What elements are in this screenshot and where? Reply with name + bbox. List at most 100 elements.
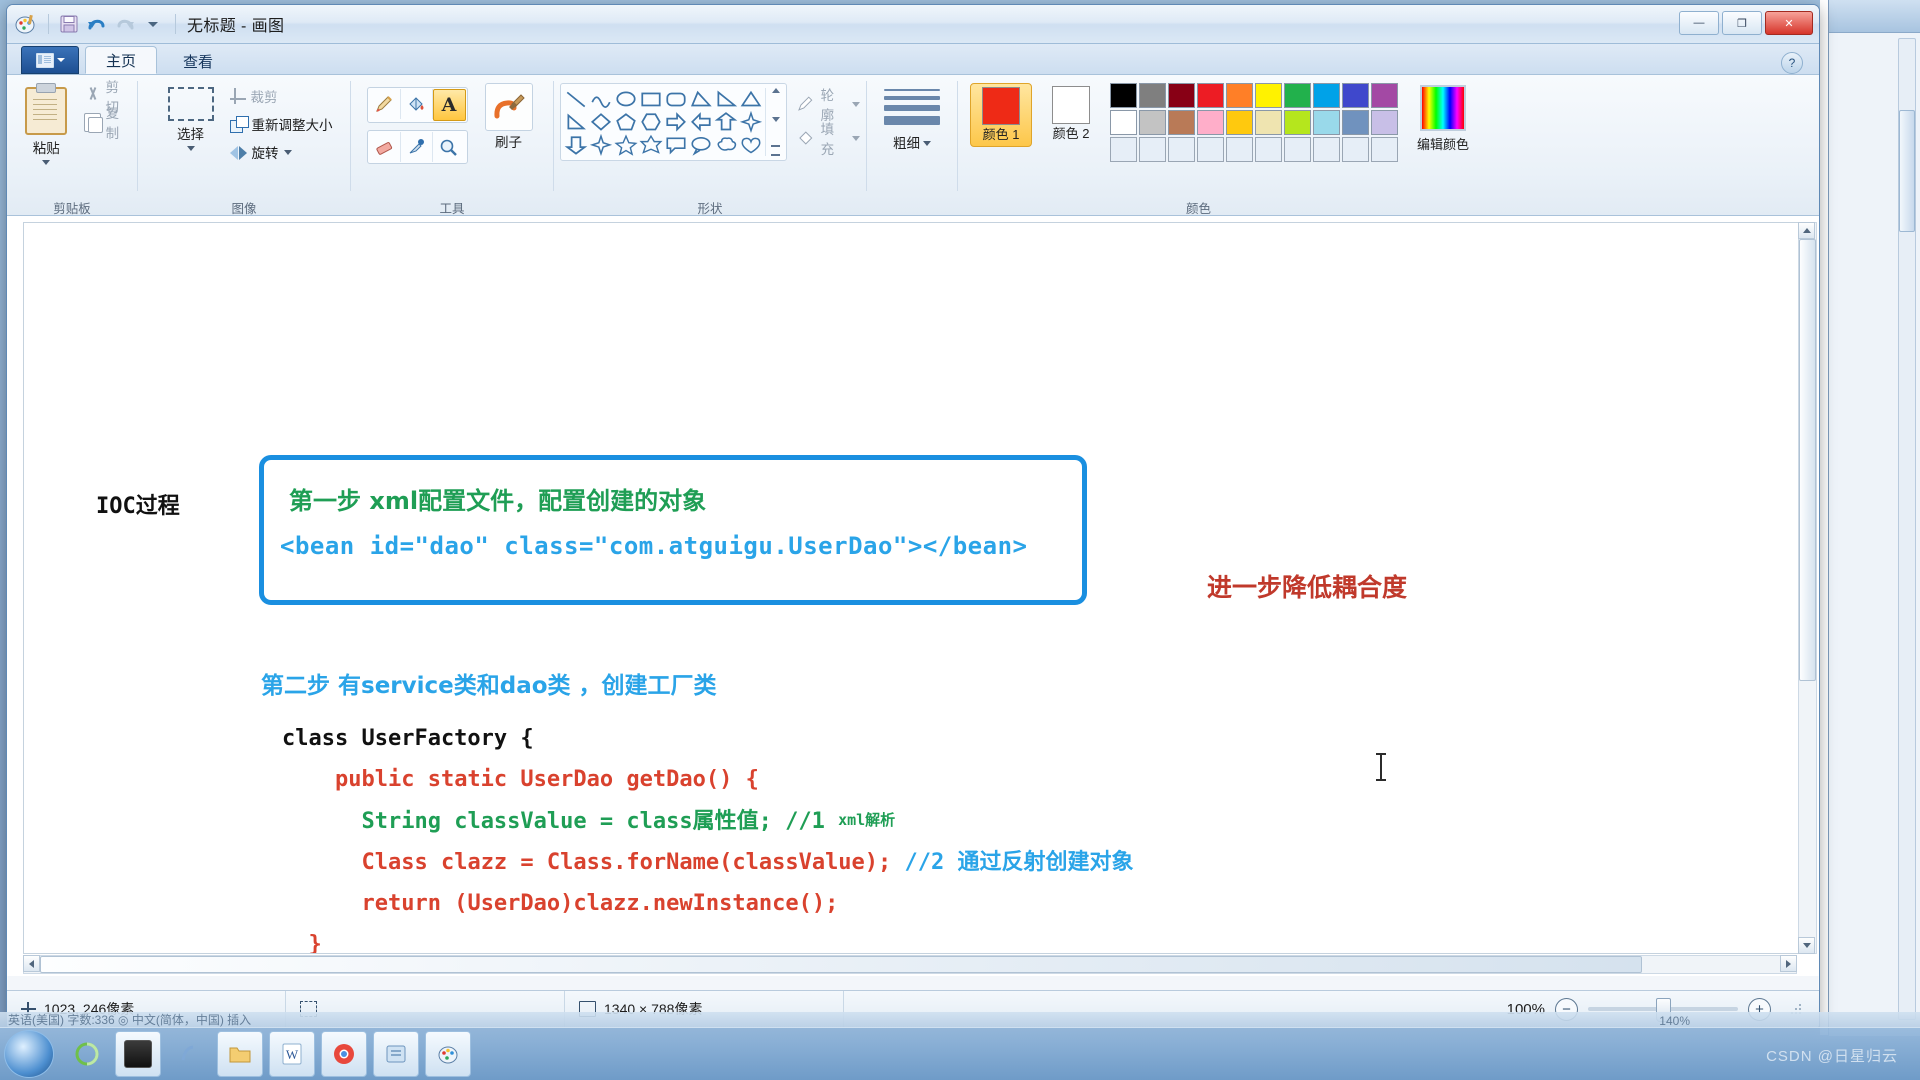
shapes-gallery[interactable] <box>560 83 787 161</box>
color-swatch-1-9[interactable] <box>1371 110 1398 135</box>
color-swatch-0-8[interactable] <box>1342 83 1369 108</box>
taskbar-item-3[interactable] <box>373 1031 419 1077</box>
edit-colors-button[interactable]: 编辑颜色 <box>1417 83 1469 153</box>
color-swatch-1-1[interactable] <box>1139 110 1166 135</box>
shape-oval-callout[interactable] <box>689 134 713 156</box>
color-swatch-0-4[interactable] <box>1226 83 1253 108</box>
chevron-down-icon[interactable] <box>284 150 292 155</box>
maximize-button[interactable]: ❐ <box>1722 11 1762 35</box>
shape-right-triangle-2[interactable] <box>564 111 588 133</box>
taskbar-paint-icon[interactable] <box>425 1031 471 1077</box>
shape-heart[interactable] <box>739 134 763 156</box>
outline-button[interactable]: 轮廓 <box>797 91 860 117</box>
zoom-slider[interactable] <box>1588 1007 1738 1011</box>
color-swatch-0-7[interactable] <box>1313 83 1340 108</box>
color-swatch-0-5[interactable] <box>1255 83 1282 108</box>
chevron-down-icon[interactable] <box>923 141 931 146</box>
taskbar-item-1[interactable] <box>115 1031 161 1077</box>
color-swatch-2-3[interactable] <box>1197 137 1224 162</box>
color-swatch-2-7[interactable] <box>1313 137 1340 162</box>
color-swatch-2-5[interactable] <box>1255 137 1282 162</box>
shape-left-arrow[interactable] <box>689 111 713 133</box>
shape-rectangle[interactable] <box>639 88 663 110</box>
color-picker-tool[interactable] <box>401 132 433 162</box>
canvas-horizontal-scrollbar[interactable] <box>23 955 1797 974</box>
redo-icon[interactable] <box>112 11 138 37</box>
text-tool[interactable]: A <box>433 89 466 121</box>
shape-six-point-star[interactable] <box>639 134 663 156</box>
shape-right-arrow[interactable] <box>664 111 688 133</box>
color-swatch-1-7[interactable] <box>1313 110 1340 135</box>
color-swatch-2-6[interactable] <box>1284 137 1311 162</box>
color1-button[interactable]: 颜色 1 <box>970 83 1032 147</box>
shape-up-arrow[interactable] <box>714 111 738 133</box>
chevron-down-icon[interactable] <box>852 136 860 141</box>
shape-cloud-callout[interactable] <box>714 134 738 156</box>
shape-pentagon[interactable] <box>614 111 638 133</box>
shape-polygon[interactable] <box>689 88 713 110</box>
copy-button[interactable]: 复制 <box>84 109 132 135</box>
rotate-button[interactable]: 旋转 <box>230 139 333 165</box>
chevron-down-icon[interactable] <box>852 102 860 107</box>
magnifier-tool[interactable] <box>433 132 464 162</box>
color-swatch-0-6[interactable] <box>1284 83 1311 108</box>
color-swatch-1-0[interactable] <box>1110 110 1137 135</box>
shape-right-triangle[interactable] <box>714 88 738 110</box>
scroll-down-icon[interactable] <box>772 117 780 122</box>
scroll-up-icon[interactable] <box>772 88 780 93</box>
paint-app-icon[interactable] <box>13 11 39 37</box>
pencil-tool[interactable] <box>369 89 401 119</box>
chevron-down-icon[interactable] <box>187 146 195 151</box>
shape-hexagon[interactable] <box>639 111 663 133</box>
scroll-up-button[interactable] <box>1798 222 1815 239</box>
scroll-down-button[interactable] <box>1798 937 1815 954</box>
color-swatch-1-4[interactable] <box>1226 110 1253 135</box>
undo-icon[interactable] <box>84 11 110 37</box>
chevron-down-icon[interactable] <box>42 160 50 165</box>
shape-triangle[interactable] <box>739 88 763 110</box>
color-swatch-2-1[interactable] <box>1139 137 1166 162</box>
select-button[interactable]: 选择 <box>156 83 226 151</box>
brush-button[interactable]: 刷子 <box>480 83 538 151</box>
color-swatch-0-1[interactable] <box>1139 83 1166 108</box>
resize-button[interactable]: 重新调整大小 <box>230 111 333 137</box>
horizontal-scroll-thumb[interactable] <box>40 956 1642 973</box>
start-button[interactable] <box>4 1030 54 1078</box>
eraser-tool[interactable] <box>369 132 401 162</box>
help-icon[interactable]: ? <box>1781 52 1803 74</box>
fill-button[interactable]: 填充 <box>797 125 860 151</box>
color2-button[interactable]: 颜色 2 <box>1041 83 1101 145</box>
app-menu-button[interactable] <box>21 46 79 74</box>
shape-oval[interactable] <box>614 88 638 110</box>
taskbar-chrome-icon[interactable] <box>321 1031 367 1077</box>
color-swatch-0-0[interactable] <box>1110 83 1137 108</box>
color-swatch-0-2[interactable] <box>1168 83 1195 108</box>
background-scrollbar-thumb[interactable] <box>1899 110 1915 232</box>
color-palette[interactable] <box>1110 83 1398 162</box>
shape-down-arrow[interactable] <box>564 134 588 156</box>
crop-button[interactable]: 裁剪 <box>230 83 333 109</box>
background-window-scrollbar[interactable] <box>1828 30 1920 1035</box>
shape-five-point-star[interactable] <box>614 134 638 156</box>
fill-bucket-tool[interactable] <box>401 89 433 119</box>
tab-view[interactable]: 查看 <box>163 48 233 74</box>
minimize-button[interactable]: — <box>1679 11 1719 35</box>
customize-dropdown-icon[interactable] <box>140 11 166 37</box>
color-swatch-1-3[interactable] <box>1197 110 1224 135</box>
shape-rounded-callout[interactable] <box>664 134 688 156</box>
color-swatch-2-4[interactable] <box>1226 137 1253 162</box>
vertical-scroll-thumb[interactable] <box>1799 239 1816 681</box>
taskbar-word-icon[interactable]: W <box>269 1031 315 1077</box>
shape-diamond[interactable] <box>589 111 613 133</box>
canvas-vertical-scrollbar[interactable] <box>1798 222 1817 954</box>
save-icon[interactable] <box>56 11 82 37</box>
paste-button[interactable]: 粘贴 <box>13 83 80 165</box>
color-swatch-2-8[interactable] <box>1342 137 1369 162</box>
shape-four-point-star[interactable] <box>739 111 763 133</box>
tab-home[interactable]: 主页 <box>85 46 157 74</box>
scroll-left-button[interactable] <box>23 955 40 972</box>
taskbar-item-2[interactable] <box>167 1032 211 1076</box>
shapes-expand-icon[interactable] <box>771 145 780 156</box>
color-swatch-1-5[interactable] <box>1255 110 1282 135</box>
color-swatch-1-8[interactable] <box>1342 110 1369 135</box>
